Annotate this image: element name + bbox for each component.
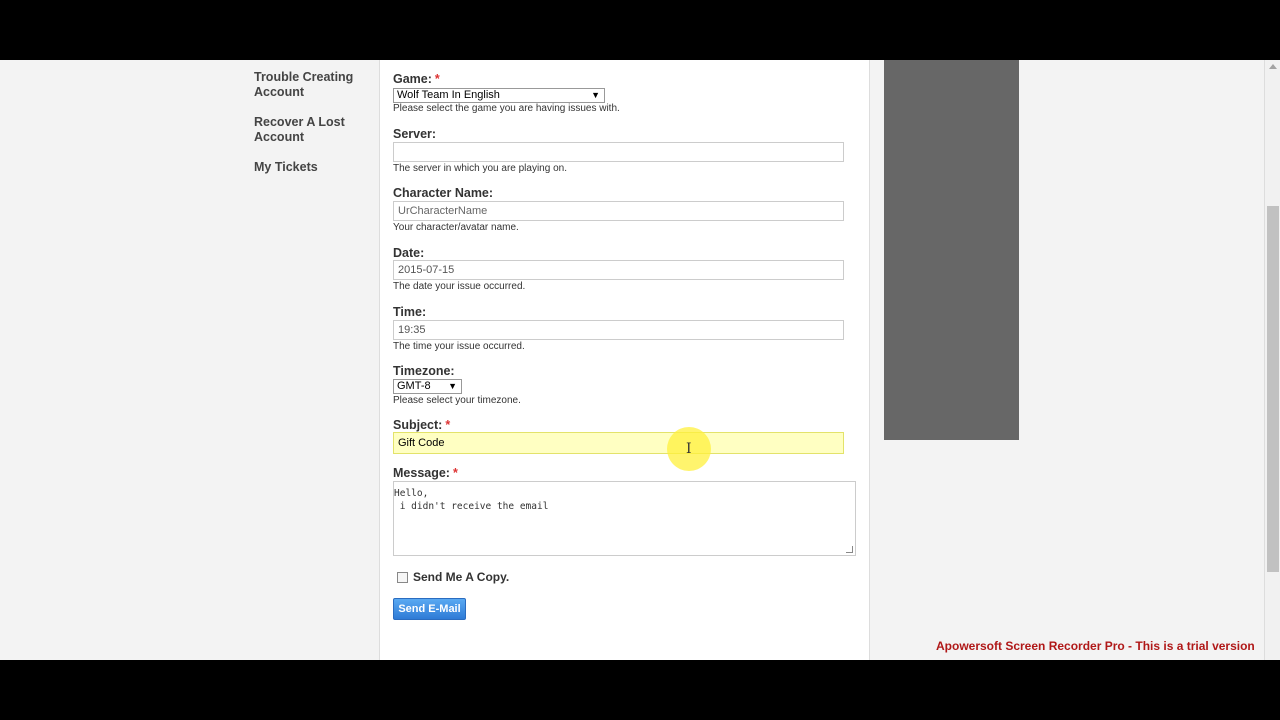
date-help: The date your issue occurred. (393, 281, 526, 292)
time-help: The time your issue occurred. (393, 341, 525, 352)
required-marker: * (445, 418, 451, 432)
message-text: Hello, i didn't receive the email (394, 488, 549, 512)
game-select-value: Wolf Team In English (397, 89, 500, 101)
timezone-select[interactable]: GMT-8 ▼ (393, 379, 462, 394)
sidebar-item-my-tickets[interactable]: My Tickets (254, 160, 364, 175)
required-marker: * (434, 72, 440, 86)
scroll-up-arrow-icon[interactable] (1269, 64, 1277, 69)
sidebar-item-trouble-creating-account[interactable]: Trouble Creating Account (254, 70, 364, 100)
dropdown-arrow-icon: ▼ (591, 90, 600, 100)
subject-input[interactable]: Gift Code (393, 432, 844, 454)
timezone-label: Timezone: (393, 364, 455, 378)
dropdown-arrow-icon: ▼ (448, 381, 457, 391)
server-help: The server in which you are playing on. (393, 163, 567, 174)
game-help: Please select the game you are having is… (393, 103, 620, 114)
time-label: Time: (393, 305, 427, 319)
scroll-thumb[interactable] (1267, 206, 1279, 572)
sidebar-item-recover-lost-account[interactable]: Recover A Lost Account (254, 115, 364, 145)
server-input[interactable] (393, 142, 844, 162)
ad-placeholder (884, 60, 1019, 440)
recorder-watermark: Apowersoft Screen Recorder Pro - This is… (936, 639, 1255, 653)
subject-label: Subject: * (393, 418, 450, 432)
sidebar: Trouble Creating Account Recover A Lost … (254, 70, 364, 190)
send-copy-label[interactable]: Send Me A Copy. (413, 570, 509, 584)
support-form: Game: * Wolf Team In English ▼ Please sel… (379, 60, 870, 660)
resize-handle[interactable] (846, 546, 853, 553)
scrollbar[interactable] (1264, 60, 1280, 660)
send-copy-checkbox[interactable] (397, 572, 408, 583)
required-marker: * (452, 466, 458, 480)
message-textarea[interactable]: Hello, i didn't receive the email (393, 481, 856, 556)
text-cursor-icon: I (686, 441, 692, 457)
browser-viewport: Trouble Creating Account Recover A Lost … (0, 60, 1280, 660)
message-label-text: Message: (393, 466, 450, 480)
server-label: Server: (393, 127, 437, 141)
character-name-input[interactable]: UrCharacterName (393, 201, 844, 221)
timezone-select-value: GMT-8 (397, 380, 431, 392)
game-label: Game: * (393, 72, 440, 86)
message-label: Message: * (393, 466, 458, 480)
send-email-button[interactable]: Send E-Mail (393, 598, 466, 620)
game-label-text: Game: (393, 72, 432, 86)
timezone-help: Please select your timezone. (393, 395, 521, 406)
game-select[interactable]: Wolf Team In English ▼ (393, 88, 605, 103)
subject-label-text: Subject: (393, 418, 443, 432)
character-name-label: Character Name: (393, 186, 494, 200)
time-input[interactable]: 19:35 (393, 320, 844, 340)
date-label: Date: (393, 246, 425, 260)
character-name-help: Your character/avatar name. (393, 222, 519, 233)
date-input[interactable]: 2015-07-15 (393, 260, 844, 280)
